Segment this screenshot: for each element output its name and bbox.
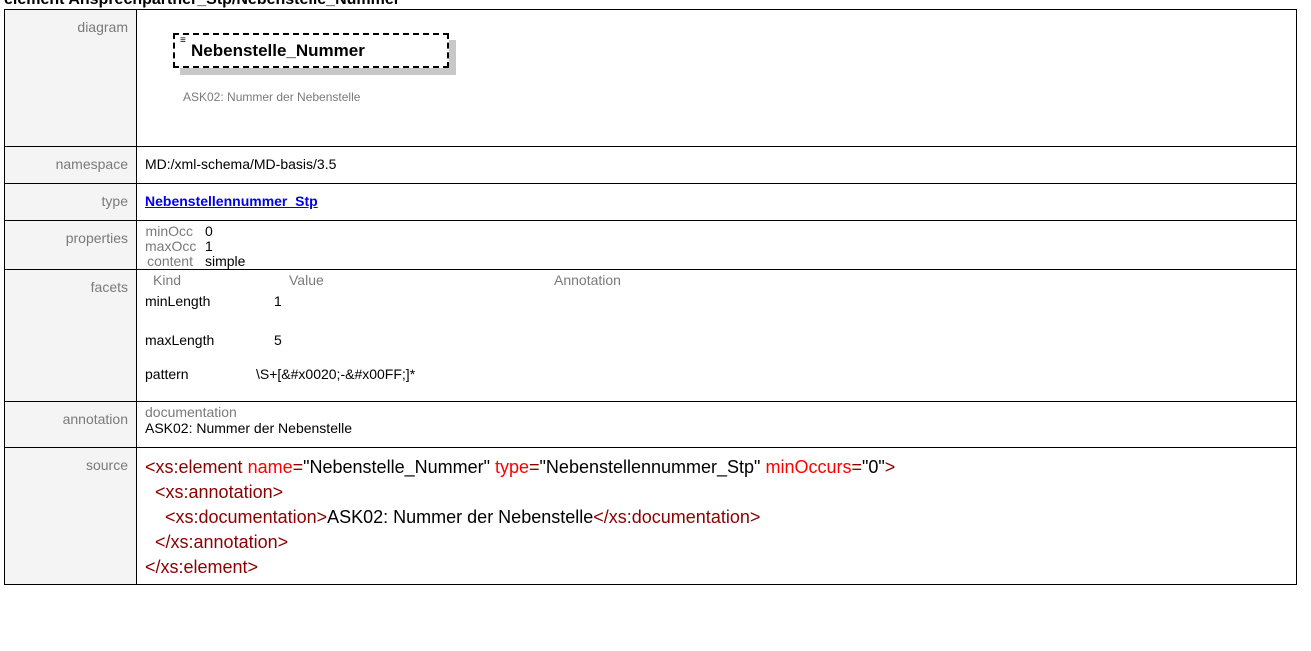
facets-header: Kind Value Annotation: [145, 270, 1296, 289]
row-namespace: namespace MD:/xml-schema/MD-basis/3.5: [4, 146, 1297, 184]
xml-attr-name: minOccurs: [765, 457, 852, 477]
xml-tag: <xs:annotation>: [155, 482, 284, 502]
diagram-element-name: Nebenstelle_Nummer: [191, 41, 365, 60]
xml-tag-close: >: [884, 457, 896, 477]
properties-list: minOcc 0 maxOcc 1 content simple: [145, 221, 1296, 269]
page-title: element Ansprechpartner_Stp/Nebenstelle_…: [4, 0, 400, 9]
xml-text: ASK02: Nummer der Nebenstelle: [327, 507, 594, 527]
xml-attr-name: name: [247, 457, 293, 477]
diagram-cell: ≡ Nebenstelle_Nummer ASK02: Nummer der N…: [136, 9, 1297, 147]
facets-header-kind: Kind: [153, 272, 182, 288]
xml-tag: </xs:documentation>: [593, 507, 761, 527]
annotation-cell: documentation ASK02: Nummer der Nebenste…: [136, 401, 1297, 448]
xml-tag: <xs:element: [145, 457, 243, 477]
property-value: 1: [205, 238, 213, 254]
annotation-key: documentation: [145, 404, 237, 420]
diagram: ≡ Nebenstelle_Nummer ASK02: Nummer der N…: [145, 10, 1296, 146]
facet-kind: maxLength: [145, 332, 215, 348]
xml-attr-value: "Nebenstellennummer_Stp": [539, 457, 761, 477]
row-label-namespace: namespace: [4, 146, 137, 184]
namespace-cell: MD:/xml-schema/MD-basis/3.5: [136, 146, 1297, 184]
source-line-5: </xs:element>: [145, 555, 1296, 580]
properties-cell: minOcc 0 maxOcc 1 content simple: [136, 220, 1297, 270]
schema-element-table: diagram ≡ Nebenstelle_Nummer ASK02: Numm…: [4, 9, 1297, 585]
xml-tag: </xs:annotation>: [155, 532, 289, 552]
facet-value: 5: [274, 332, 282, 348]
source-code: <xs:element name="Nebenstelle_Nummer" ty…: [145, 448, 1296, 580]
xml-equals: =: [851, 457, 862, 477]
namespace-value: MD:/xml-schema/MD-basis/3.5: [145, 156, 337, 172]
type-cell: Nebenstellennummer_Stp: [136, 183, 1297, 221]
row-label-type: type: [4, 183, 137, 221]
property-value: simple: [205, 253, 246, 269]
annotation-value: ASK02: Nummer der Nebenstelle: [145, 420, 352, 436]
xml-attr-value: "0": [862, 457, 885, 477]
facets-header-value: Value: [289, 272, 324, 288]
row-facets: facets Kind Value Annotation minLength 1…: [4, 269, 1297, 402]
diagram-documentation: ASK02: Nummer der Nebenstelle: [183, 90, 361, 104]
facet-row: maxLength 5: [145, 327, 1296, 361]
row-label-annotation: annotation: [4, 401, 137, 448]
type-link[interactable]: Nebenstellennummer_Stp: [145, 193, 318, 209]
row-label-source: source: [4, 447, 137, 585]
facet-value: \S+[&#x0020;-&#x00FF;]*: [256, 366, 416, 382]
row-type: type Nebenstellennummer_Stp: [4, 183, 1297, 221]
facet-row: minLength 1: [145, 289, 1296, 327]
source-cell: <xs:element name="Nebenstelle_Nummer" ty…: [136, 447, 1297, 585]
facets-header-annotation: Annotation: [554, 272, 621, 288]
source-line-4: </xs:annotation>: [145, 530, 1296, 555]
property-key: minOcc: [145, 223, 193, 239]
facet-row: pattern \S+[&#x0020;-&#x00FF;]*: [145, 361, 1296, 395]
row-label-facets: facets: [4, 269, 137, 402]
facets-cell: Kind Value Annotation minLength 1 maxLen…: [136, 269, 1297, 402]
row-diagram: diagram ≡ Nebenstelle_Nummer ASK02: Numm…: [4, 9, 1297, 147]
xml-tag: </xs:element>: [145, 557, 259, 577]
xml-equals: =: [529, 457, 540, 477]
xml-attr-value: "Nebenstelle_Nummer": [303, 457, 490, 477]
row-properties: properties minOcc 0 maxOcc 1 content sim…: [4, 220, 1297, 270]
row-annotation: annotation documentation ASK02: Nummer d…: [4, 401, 1297, 448]
property-value: 0: [205, 223, 213, 239]
xml-equals: =: [292, 457, 304, 477]
facet-kind: pattern: [145, 366, 189, 382]
xml-attr-name: type: [495, 457, 530, 477]
facet-value: 1: [274, 293, 282, 309]
source-line-1: <xs:element name="Nebenstelle_Nummer" ty…: [145, 455, 1296, 480]
source-line-2: <xs:annotation>: [145, 480, 1296, 505]
source-line-3: <xs:documentation>ASK02: Nummer der Nebe…: [145, 505, 1296, 530]
diagram-element-box[interactable]: ≡ Nebenstelle_Nummer: [173, 33, 449, 68]
xml-tag: <xs:documentation>: [165, 507, 328, 527]
property-key: maxOcc: [145, 238, 197, 254]
element-content-icon: ≡: [180, 35, 186, 46]
row-source: source <xs:element name="Nebenstelle_Num…: [4, 447, 1297, 585]
row-label-diagram: diagram: [4, 9, 137, 147]
property-key: content: [147, 253, 193, 269]
row-label-properties: properties: [4, 220, 137, 270]
facet-kind: minLength: [145, 293, 211, 309]
